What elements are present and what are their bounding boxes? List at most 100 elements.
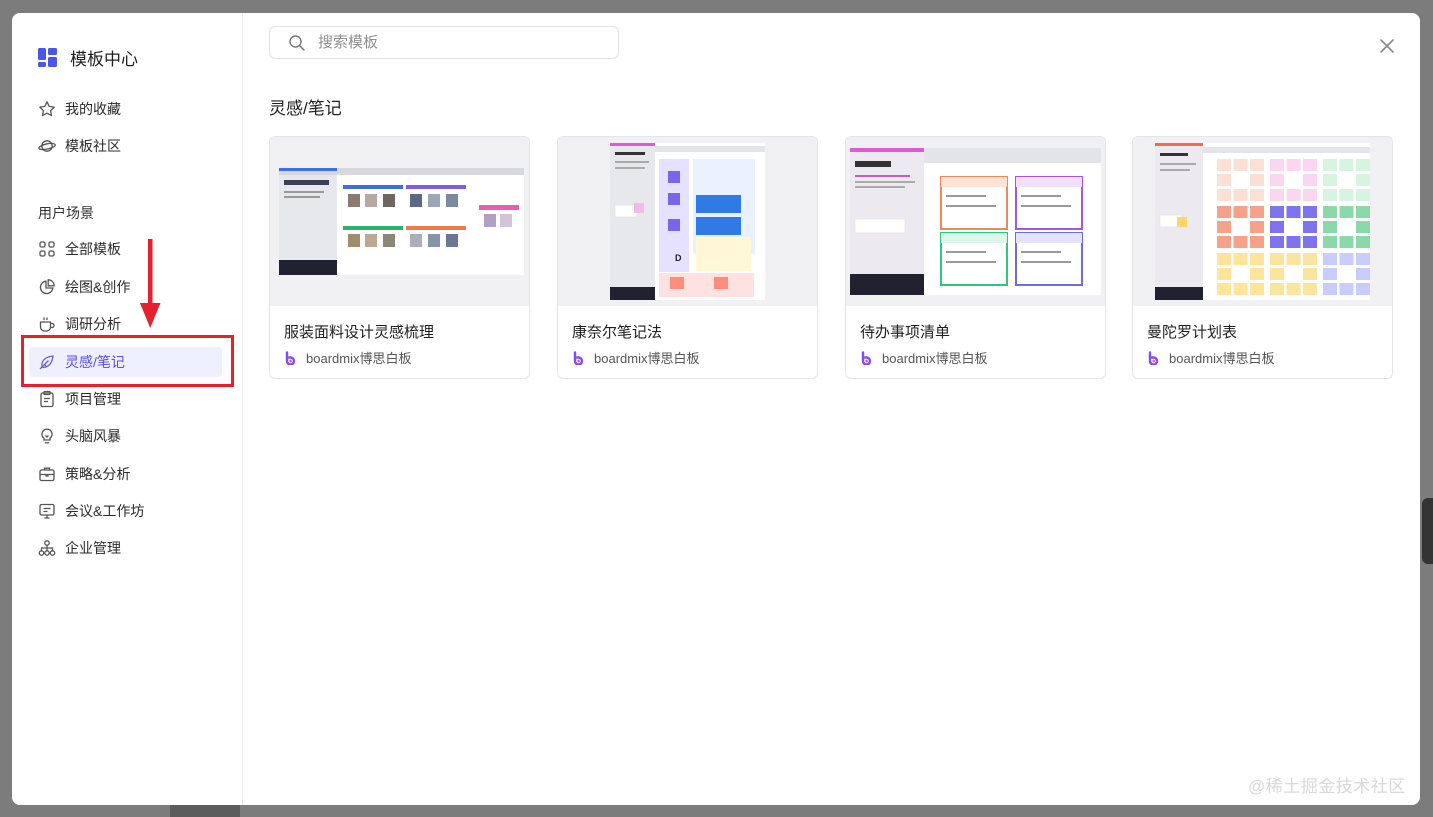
card-author: boardmix博思白板 bbox=[1147, 348, 1274, 367]
mandala-cell bbox=[1323, 283, 1337, 295]
mandala-cell bbox=[1356, 206, 1370, 218]
sidebar-item-project-management[interactable]: 项目管理 bbox=[38, 385, 218, 413]
sidebar-item-label: 头脑风暴 bbox=[65, 428, 121, 444]
template-preview-image bbox=[850, 148, 1101, 295]
mandala-cell bbox=[1303, 253, 1317, 265]
mandala-cell bbox=[1286, 189, 1301, 201]
sidebar-item-community[interactable]: 模板社区 bbox=[38, 132, 218, 160]
app-title: 模板中心 bbox=[70, 50, 138, 69]
mandala-cell bbox=[1286, 221, 1301, 233]
template-card[interactable]: 曼陀罗计划表 boardmix博思白板 bbox=[1132, 136, 1393, 379]
mandala-cell bbox=[1323, 236, 1337, 248]
mandala-cell bbox=[1303, 268, 1317, 280]
annotation-highlight-box bbox=[21, 335, 234, 387]
lightbulb-icon bbox=[41, 428, 53, 444]
mandala-cell bbox=[1250, 221, 1264, 233]
mandala-cell bbox=[1286, 159, 1301, 171]
mandala-cell bbox=[1270, 189, 1284, 201]
mandala-cell bbox=[1356, 268, 1370, 280]
mandala-cell bbox=[1323, 221, 1337, 233]
sidebar-item-favorites[interactable]: 我的收藏 bbox=[38, 95, 218, 123]
sidebar-item-label: 策略&分析 bbox=[65, 466, 131, 482]
template-card[interactable]: D 康奈尔笔记法 boardmix博思白板 bbox=[557, 136, 818, 379]
card-author: boardmix博思白板 bbox=[572, 348, 699, 367]
mandala-cell bbox=[1250, 174, 1264, 186]
sidebar-item-all-templates[interactable]: 全部模板 bbox=[38, 235, 218, 263]
clipboard-icon bbox=[40, 390, 54, 408]
mandala-cell bbox=[1233, 174, 1248, 186]
mandala-cell bbox=[1303, 174, 1317, 186]
sidebar-item-label: 我的收藏 bbox=[65, 101, 121, 117]
mandala-cell bbox=[1323, 159, 1337, 171]
close-icon[interactable] bbox=[1378, 37, 1396, 55]
card-author-name: boardmix博思白板 bbox=[594, 351, 700, 366]
sidebar-item-research[interactable]: 调研分析 bbox=[38, 310, 218, 338]
mandala-cell bbox=[1356, 189, 1370, 201]
boardmix-logo-icon bbox=[285, 350, 296, 365]
sidebar-item-strategy[interactable]: 策略&分析 bbox=[38, 460, 218, 488]
background-app-strip bbox=[1422, 498, 1433, 564]
mandala-cell bbox=[1217, 236, 1231, 248]
mandala-cell bbox=[1286, 174, 1301, 186]
mandala-cell bbox=[1250, 206, 1264, 218]
sidebar-item-label: 项目管理 bbox=[65, 391, 121, 407]
card-author: boardmix博思白板 bbox=[860, 348, 987, 367]
mandala-cell bbox=[1250, 159, 1264, 171]
sidebar-item-enterprise-management[interactable]: 企业管理 bbox=[38, 534, 218, 562]
mandala-cell bbox=[1233, 189, 1248, 201]
mandala-cell bbox=[1303, 221, 1317, 233]
mandala-cell bbox=[1217, 221, 1231, 233]
template-card[interactable]: 服装面料设计灵感梳理 boardmix博思白板 bbox=[269, 136, 530, 379]
briefcase-icon bbox=[39, 467, 55, 482]
mandala-cell bbox=[1339, 206, 1354, 218]
mandala-cell bbox=[1270, 221, 1284, 233]
card-author-name: boardmix博思白板 bbox=[882, 351, 988, 366]
mandala-cell bbox=[1356, 283, 1370, 295]
sidebar-item-brainstorm[interactable]: 头脑风暴 bbox=[38, 422, 218, 450]
mandala-cell bbox=[1250, 268, 1264, 280]
mandala-cell bbox=[1339, 189, 1354, 201]
mandala-cell bbox=[1323, 253, 1337, 265]
mandala-cell bbox=[1233, 268, 1248, 280]
sidebar-item-label: 企业管理 bbox=[65, 540, 121, 556]
mandala-cell bbox=[1339, 221, 1354, 233]
boardmix-logo-icon bbox=[1148, 350, 1159, 365]
pie-chart-icon bbox=[39, 279, 55, 295]
mandala-cell bbox=[1217, 283, 1231, 295]
card-author-name: boardmix博思白板 bbox=[1169, 351, 1275, 366]
template-card[interactable]: 待办事项清单 boardmix博思白板 bbox=[845, 136, 1106, 379]
mandala-cell bbox=[1356, 236, 1370, 248]
mandala-cell bbox=[1356, 253, 1370, 265]
mandala-cell bbox=[1217, 189, 1231, 201]
sidebar-item-label: 会议&工作坊 bbox=[65, 503, 145, 519]
org-chart-icon bbox=[38, 540, 56, 556]
mandala-cell bbox=[1217, 174, 1231, 186]
annotation-arrow-icon bbox=[140, 239, 161, 328]
mandala-cell bbox=[1286, 283, 1301, 295]
search-input[interactable] bbox=[316, 33, 600, 52]
template-preview-image bbox=[1155, 143, 1370, 300]
mandala-cell bbox=[1323, 189, 1337, 201]
mandala-cell bbox=[1323, 268, 1337, 280]
sidebar-item-drawing[interactable]: 绘图&创作 bbox=[38, 273, 218, 301]
mandala-cell bbox=[1339, 268, 1354, 280]
sidebar: 模板中心 我的收藏 模板社区 用户场景 全部模板 绘图&创作 调研分析 灵感/笔… bbox=[12, 13, 243, 805]
brand: 模板中心 bbox=[38, 45, 138, 70]
sidebar-item-meeting-workshop[interactable]: 会议&工作坊 bbox=[38, 497, 218, 525]
watermark: @稀土掘金技术社区 bbox=[1248, 777, 1406, 796]
mandala-cell bbox=[1250, 236, 1264, 248]
mandala-cell bbox=[1286, 268, 1301, 280]
boardmix-logo-icon bbox=[573, 350, 584, 365]
mandala-cell bbox=[1270, 206, 1284, 218]
star-icon bbox=[39, 101, 55, 117]
search-bar[interactable] bbox=[269, 26, 619, 59]
mandala-cell bbox=[1250, 283, 1264, 295]
mandala-cell bbox=[1270, 283, 1284, 295]
card-author-name: boardmix博思白板 bbox=[306, 351, 412, 366]
mandala-cell bbox=[1233, 236, 1248, 248]
grid-icon bbox=[39, 241, 55, 257]
card-title: 康奈尔笔记法 bbox=[572, 324, 663, 341]
sidebar-item-label: 绘图&创作 bbox=[65, 279, 131, 295]
mandala-cell bbox=[1233, 159, 1248, 171]
template-thumbnail: D bbox=[558, 137, 817, 306]
